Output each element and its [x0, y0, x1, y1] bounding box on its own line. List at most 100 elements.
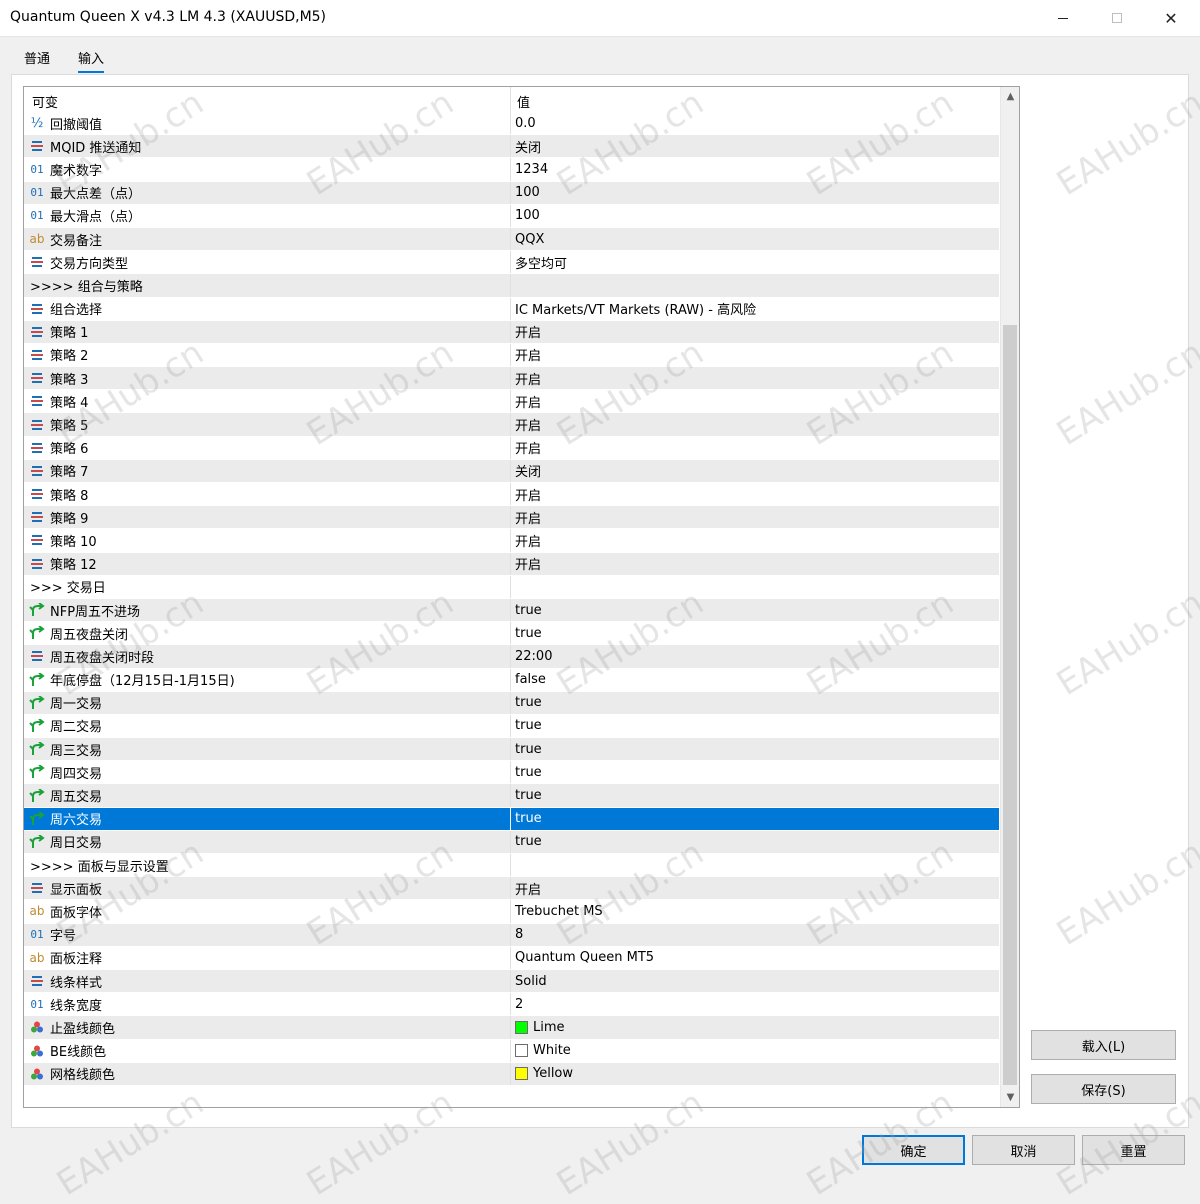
parameter-name-cell[interactable]: >>>> 面板与显示设置 [24, 854, 510, 876]
header-value[interactable]: 值 [517, 92, 530, 111]
parameter-value-cell[interactable]: Solid [511, 970, 998, 992]
parameter-name-cell[interactable]: NFP周五不进场 [24, 599, 510, 621]
parameter-name-cell[interactable]: 网格线颜色 [24, 1063, 510, 1085]
parameter-row[interactable]: 策略 9 开启 [24, 506, 999, 530]
parameter-value-cell[interactable]: Quantum Queen MT5 [511, 947, 998, 969]
parameter-name-cell[interactable]: 策略 10 [24, 529, 510, 551]
parameter-row[interactable]: ab 面板注释 Quantum Queen MT5 [24, 946, 999, 970]
parameter-name-cell[interactable]: 交易方向类型 [24, 251, 510, 273]
parameter-name-cell[interactable]: >>> 交易日 [24, 576, 510, 598]
tab-general[interactable]: 普通 [24, 48, 50, 67]
parameter-row[interactable]: BE线颜色 White [24, 1039, 999, 1063]
parameter-value-cell[interactable]: 100 [511, 205, 998, 227]
parameter-row[interactable]: ab 面板字体 Trebuchet MS [24, 900, 999, 924]
parameter-name-cell[interactable]: 策略 3 [24, 367, 510, 389]
parameter-row[interactable]: 01 最大滑点（点） 100 [24, 204, 999, 228]
parameter-name-cell[interactable]: 周五夜盘关闭 [24, 622, 510, 644]
parameter-value-cell[interactable]: White [511, 1040, 998, 1062]
parameter-row[interactable]: 周一交易 true [24, 691, 999, 715]
parameter-name-cell[interactable]: 策略 2 [24, 344, 510, 366]
parameter-row[interactable]: 周五夜盘关闭时段 22:00 [24, 645, 999, 669]
parameter-name-cell[interactable]: 01 魔术数字 [24, 158, 510, 180]
maximize-button[interactable] [1094, 0, 1140, 36]
parameter-name-cell[interactable]: MQID 推送通知 [24, 135, 510, 157]
parameter-row[interactable]: 止盈线颜色 Lime [24, 1016, 999, 1040]
parameter-row[interactable]: 周四交易 true [24, 761, 999, 785]
parameter-name-cell[interactable]: 策略 9 [24, 506, 510, 528]
parameter-row[interactable]: 年底停盘（12月15日-1月15日) false [24, 668, 999, 692]
parameter-row[interactable]: 策略 4 开启 [24, 390, 999, 414]
parameter-name-cell[interactable]: 01 最大滑点（点） [24, 205, 510, 227]
parameter-value-cell[interactable]: Lime [511, 1016, 998, 1038]
parameter-value-cell[interactable]: 开启 [511, 437, 998, 459]
parameter-row[interactable]: 周五夜盘关闭 true [24, 622, 999, 646]
parameter-row[interactable]: ½ 回撤阈值 0.0 [24, 112, 999, 136]
parameter-name-cell[interactable]: 策略 8 [24, 483, 510, 505]
parameter-value-cell[interactable]: false [511, 669, 998, 691]
parameter-row[interactable]: 周二交易 true [24, 714, 999, 739]
parameter-value-cell[interactable]: 开启 [511, 529, 998, 551]
parameter-name-cell[interactable]: 显示面板 [24, 877, 510, 899]
parameter-name-cell[interactable]: 01 字号 [24, 924, 510, 946]
save-button[interactable]: 保存(S) [1031, 1074, 1176, 1104]
parameter-name-cell[interactable]: 策略 1 [24, 321, 510, 343]
parameter-name-cell[interactable]: >>>> 组合与策略 [24, 274, 510, 296]
header-divider[interactable] [510, 87, 511, 112]
parameter-value-cell[interactable]: 开启 [511, 413, 998, 435]
parameter-row[interactable]: 01 最大点差（点） 100 [24, 181, 999, 205]
parameter-row[interactable]: >>> 交易日 [24, 575, 999, 599]
parameter-name-cell[interactable]: 组合选择 [24, 298, 510, 320]
parameter-name-cell[interactable]: 止盈线颜色 [24, 1016, 510, 1038]
reset-button[interactable]: 重置 [1082, 1135, 1185, 1165]
parameter-value-cell[interactable] [511, 854, 998, 876]
parameter-value-cell[interactable]: 开启 [511, 344, 998, 366]
parameter-value-cell[interactable]: true [511, 784, 998, 806]
parameter-name-cell[interactable]: 周五交易 [24, 784, 510, 806]
parameter-value-cell[interactable] [511, 576, 998, 598]
ok-button[interactable]: 确定 [862, 1135, 965, 1165]
parameter-value-cell[interactable]: true [511, 599, 998, 621]
close-button[interactable]: ✕ [1148, 0, 1194, 36]
parameter-name-cell[interactable]: ½ 回撤阈值 [24, 112, 510, 134]
parameter-value-cell[interactable]: true [511, 808, 998, 830]
parameter-value-cell[interactable]: 开启 [511, 321, 998, 343]
scroll-up-icon[interactable]: ▲ [1001, 87, 1019, 105]
parameter-row[interactable]: 01 魔术数字 1234 [24, 158, 999, 182]
parameter-row[interactable]: 策略 6 开启 [24, 436, 999, 460]
parameter-name-cell[interactable]: 年底停盘（12月15日-1月15日) [24, 669, 510, 691]
parameter-name-cell[interactable]: 周五夜盘关闭时段 [24, 645, 510, 667]
parameter-name-cell[interactable]: 01 线条宽度 [24, 993, 510, 1015]
parameter-row[interactable]: 01 字号 8 [24, 923, 999, 947]
parameter-value-cell[interactable]: true [511, 831, 998, 853]
parameter-value-cell[interactable]: 关闭 [511, 135, 998, 157]
parameter-row[interactable]: 策略 1 开启 [24, 320, 999, 344]
parameter-value-cell[interactable]: IC Markets/VT Markets (RAW) - 高风险 [511, 298, 998, 320]
parameter-value-cell[interactable]: true [511, 622, 998, 644]
parameter-value-cell[interactable]: true [511, 761, 998, 783]
parameter-row[interactable]: MQID 推送通知 关闭 [24, 135, 999, 159]
parameter-name-cell[interactable]: 线条样式 [24, 970, 510, 992]
header-name[interactable]: 可变 [32, 92, 58, 111]
parameter-row[interactable]: 周日交易 true [24, 830, 999, 854]
parameter-value-cell[interactable]: 开启 [511, 367, 998, 389]
tab-inputs[interactable]: 输入 [78, 48, 105, 73]
scroll-down-icon[interactable]: ▼ [1001, 1088, 1019, 1106]
minimize-button[interactable] [1040, 0, 1086, 36]
parameter-row[interactable]: 线条样式 Solid [24, 969, 999, 994]
parameter-value-cell[interactable]: 开启 [511, 390, 998, 412]
parameter-value-cell[interactable]: 开启 [511, 483, 998, 505]
parameter-name-cell[interactable]: ab 面板字体 [24, 900, 510, 922]
parameter-value-cell[interactable]: true [511, 715, 998, 737]
parameter-row[interactable]: 策略 12 开启 [24, 552, 999, 576]
parameter-row[interactable]: NFP周五不进场 true [24, 598, 999, 623]
parameter-row[interactable]: 策略 5 开启 [24, 413, 999, 437]
scrollbar-thumb[interactable] [1003, 325, 1017, 1085]
parameter-value-cell[interactable]: 0.0 [511, 112, 998, 134]
parameter-row[interactable]: 周五交易 true [24, 784, 999, 808]
parameter-name-cell[interactable]: ab 交易备注 [24, 228, 510, 250]
parameter-value-cell[interactable]: Yellow [511, 1063, 998, 1085]
parameter-name-cell[interactable]: 周四交易 [24, 761, 510, 783]
parameter-row[interactable]: 周三交易 true [24, 738, 999, 762]
parameter-value-cell[interactable]: 1234 [511, 158, 998, 180]
parameter-value-cell[interactable]: 8 [511, 924, 998, 946]
